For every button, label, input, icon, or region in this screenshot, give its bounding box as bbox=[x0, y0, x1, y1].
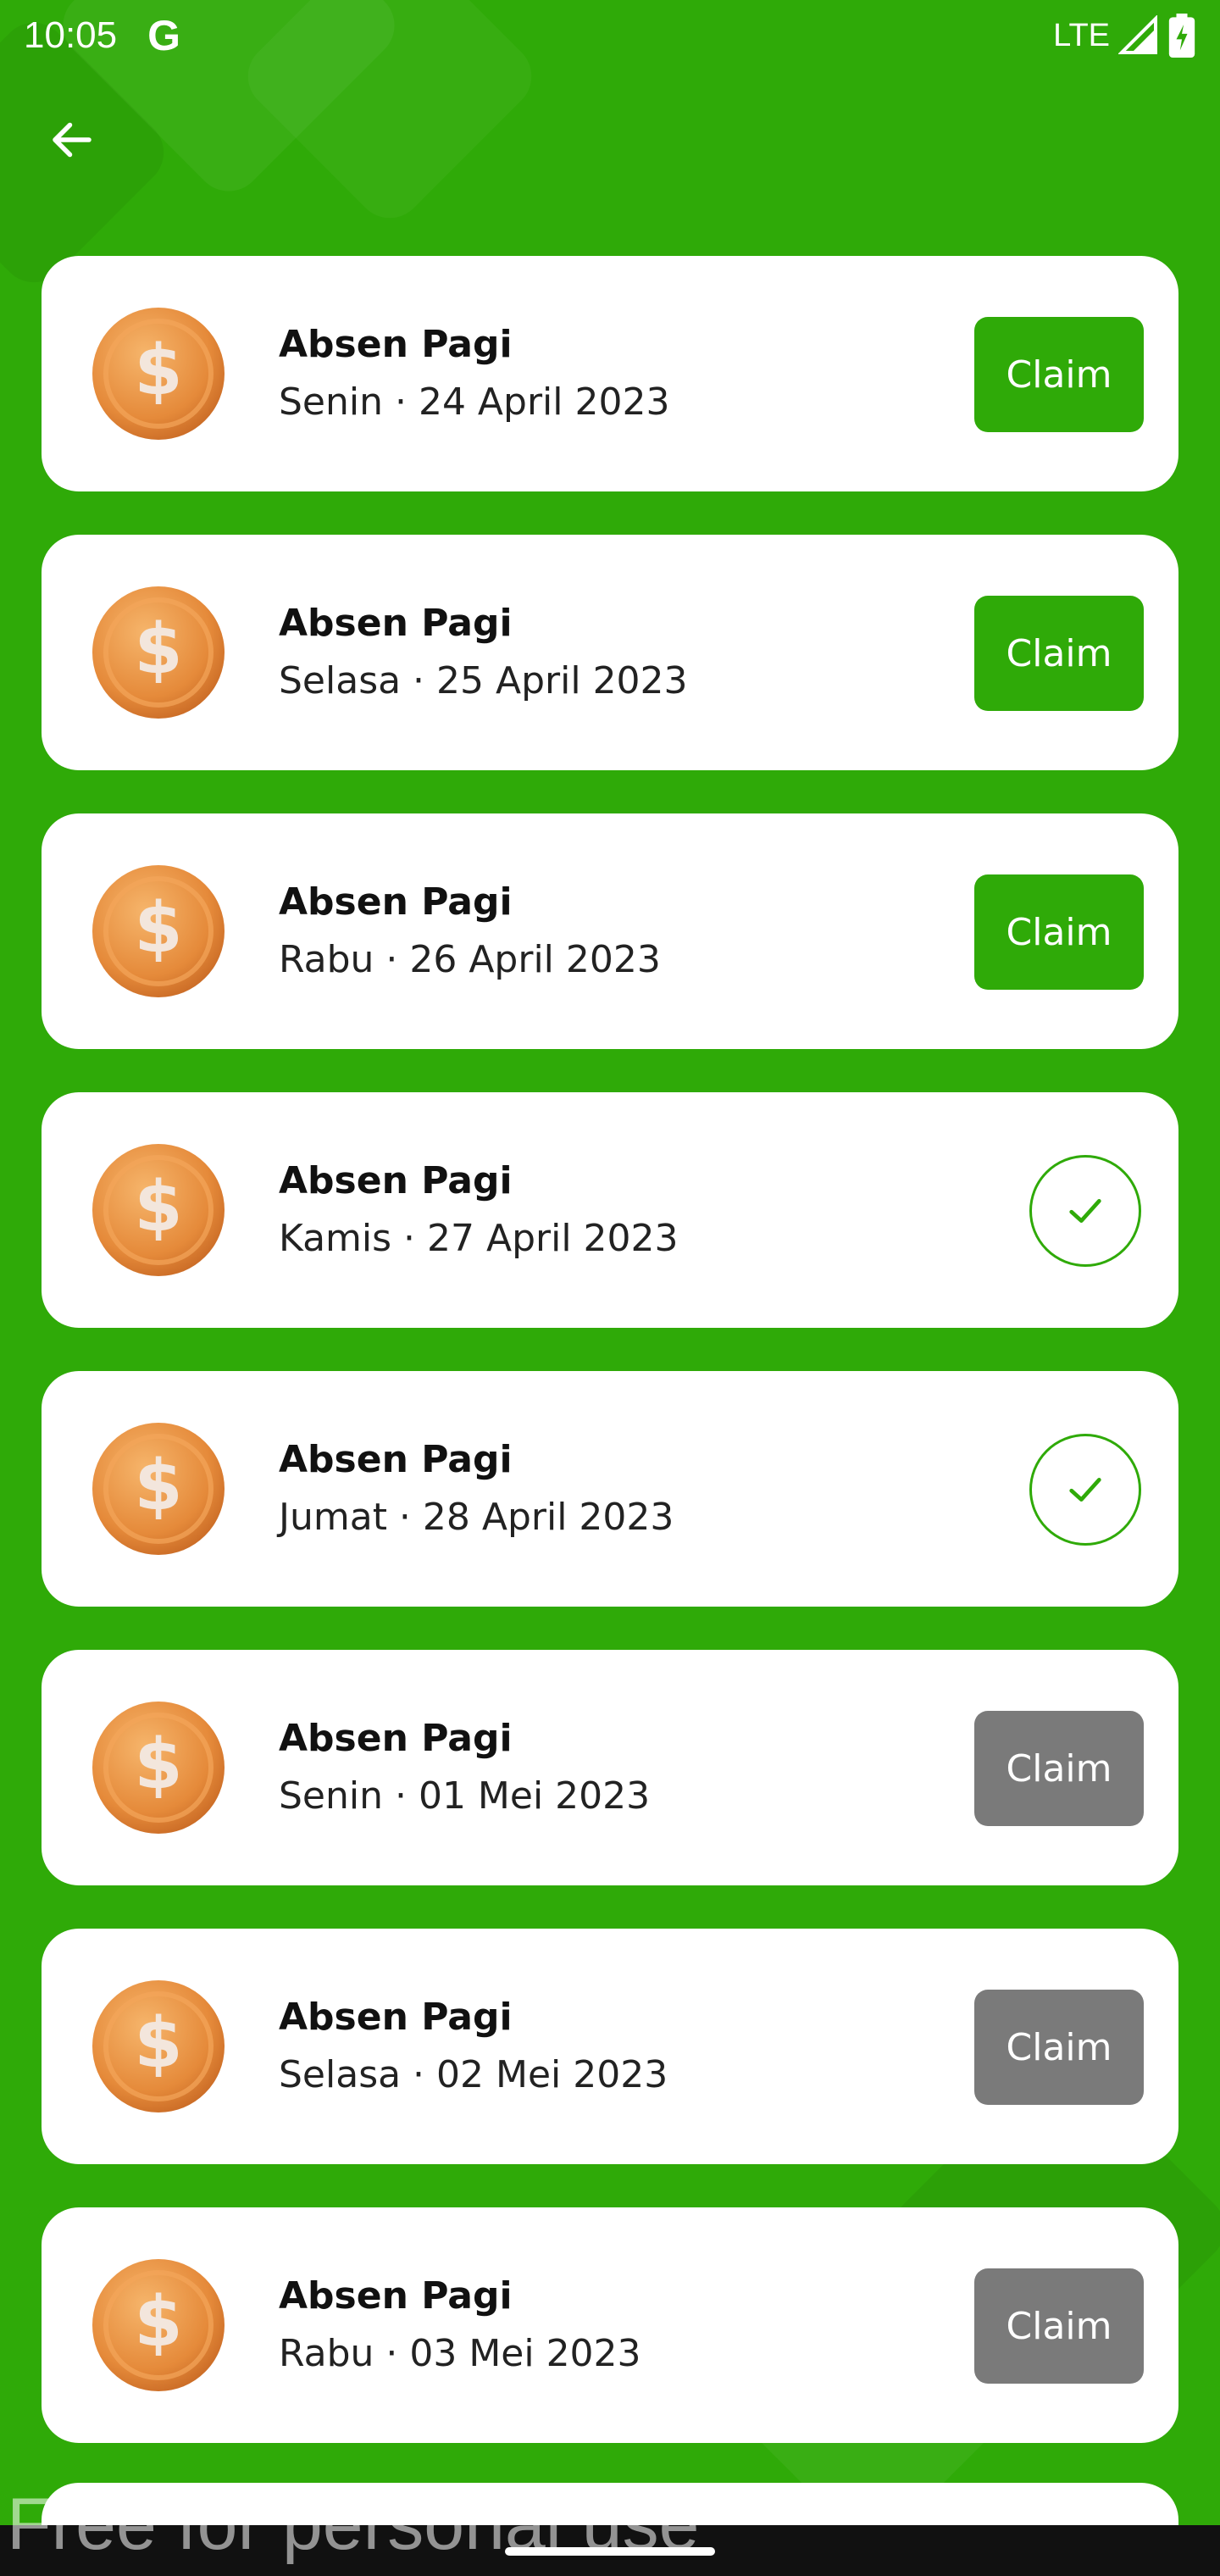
item-title: Absen Pagi bbox=[279, 323, 513, 366]
home-indicator[interactable] bbox=[505, 2547, 715, 2556]
svg-text:$: $ bbox=[134, 1167, 182, 1247]
battery-icon bbox=[1168, 14, 1195, 58]
svg-text:$: $ bbox=[134, 1724, 182, 1805]
network-type: LTE bbox=[1053, 17, 1110, 53]
item-date: Kamis · 27 April 2023 bbox=[279, 1217, 679, 1260]
list-item-text: Absen Pagi Senin · 01 Mei 2023 bbox=[279, 1711, 650, 1826]
coin-icon: $ bbox=[91, 585, 226, 720]
item-date: Rabu · 26 April 2023 bbox=[279, 938, 661, 981]
coin-icon: $ bbox=[91, 1700, 226, 1835]
item-title: Absen Pagi bbox=[279, 602, 513, 645]
item-date: Selasa · 02 Mei 2023 bbox=[279, 2053, 668, 2096]
list-item: $ Absen Pagi Senin · 01 Mei 2023 Claim bbox=[42, 1650, 1178, 1885]
item-title: Absen Pagi bbox=[279, 880, 513, 924]
item-title: Absen Pagi bbox=[279, 1717, 513, 1760]
list-item-text: Absen Pagi Rabu · 03 Mei 2023 bbox=[279, 2268, 641, 2384]
item-date: Rabu · 03 Mei 2023 bbox=[279, 2332, 641, 2375]
list-item: $ Absen Pagi Rabu · 26 April 2023 Claim bbox=[42, 813, 1178, 1049]
item-date: Senin · 01 Mei 2023 bbox=[279, 1774, 651, 1818]
list-item: $ Absen Pagi Kamis · 27 April 2023 bbox=[42, 1092, 1178, 1328]
svg-text:$: $ bbox=[134, 2003, 182, 2084]
coin-icon: $ bbox=[91, 306, 226, 441]
list-item-text: Absen Pagi Rabu · 26 April 2023 bbox=[279, 874, 661, 990]
claim-button: Claim bbox=[974, 1711, 1144, 1826]
coin-icon: $ bbox=[91, 2257, 226, 2393]
item-title: Absen Pagi bbox=[279, 1438, 513, 1481]
list-item-text: Absen Pagi Selasa · 02 Mei 2023 bbox=[279, 1990, 668, 2105]
claimed-check-icon bbox=[1029, 1434, 1141, 1546]
arrow-left-icon bbox=[53, 122, 92, 158]
list-item: $ Absen Pagi Rabu · 03 Mei 2023 Claim bbox=[42, 2207, 1178, 2443]
list-item: $ Absen Pagi Selasa · 25 April 2023 Claim bbox=[42, 535, 1178, 770]
status-icons: LTE bbox=[1053, 14, 1196, 58]
signal-icon bbox=[1118, 15, 1157, 54]
svg-text:$: $ bbox=[134, 1446, 182, 1526]
status-bar: 10:05 G LTE bbox=[0, 0, 1220, 71]
item-title: Absen Pagi bbox=[279, 1996, 513, 2039]
item-date: Jumat · 28 April 2023 bbox=[279, 1496, 674, 1539]
coin-icon: $ bbox=[91, 863, 226, 999]
claim-button: Claim bbox=[974, 2268, 1144, 2384]
list-item: $ Absen Pagi Senin · 24 April 2023 Claim bbox=[42, 256, 1178, 491]
svg-text:$: $ bbox=[134, 330, 182, 411]
coin-icon: $ bbox=[91, 1421, 226, 1557]
status-time: 10:05 bbox=[24, 14, 118, 56]
list-item-text: Absen Pagi Kamis · 27 April 2023 bbox=[279, 1153, 679, 1269]
claim-button[interactable]: Claim bbox=[974, 317, 1144, 432]
back-button[interactable] bbox=[42, 110, 102, 169]
claim-button[interactable]: Claim bbox=[974, 596, 1144, 711]
google-icon: G bbox=[147, 12, 181, 59]
list-item-text: Absen Pagi Senin · 24 April 2023 bbox=[279, 317, 669, 432]
coin-icon: $ bbox=[91, 1142, 226, 1278]
list-item-text: Absen Pagi Jumat · 28 April 2023 bbox=[279, 1432, 674, 1547]
svg-text:$: $ bbox=[134, 2282, 182, 2362]
claim-button: Claim bbox=[974, 1990, 1144, 2105]
item-title: Absen Pagi bbox=[279, 2274, 513, 2318]
list-item: $ Absen Pagi Jumat · 28 April 2023 bbox=[42, 1371, 1178, 1607]
item-title: Absen Pagi bbox=[279, 1159, 513, 1202]
item-date: Senin · 24 April 2023 bbox=[279, 380, 670, 424]
svg-text:$: $ bbox=[134, 888, 182, 969]
list-item-text: Absen Pagi Selasa · 25 April 2023 bbox=[279, 596, 688, 711]
claim-button[interactable]: Claim bbox=[974, 874, 1144, 990]
svg-text:$: $ bbox=[134, 609, 182, 690]
coin-icon: $ bbox=[91, 1979, 226, 2114]
claimed-check-icon bbox=[1029, 1155, 1141, 1267]
item-date: Selasa · 25 April 2023 bbox=[279, 659, 688, 702]
list-item: $ Absen Pagi Selasa · 02 Mei 2023 Claim bbox=[42, 1929, 1178, 2164]
